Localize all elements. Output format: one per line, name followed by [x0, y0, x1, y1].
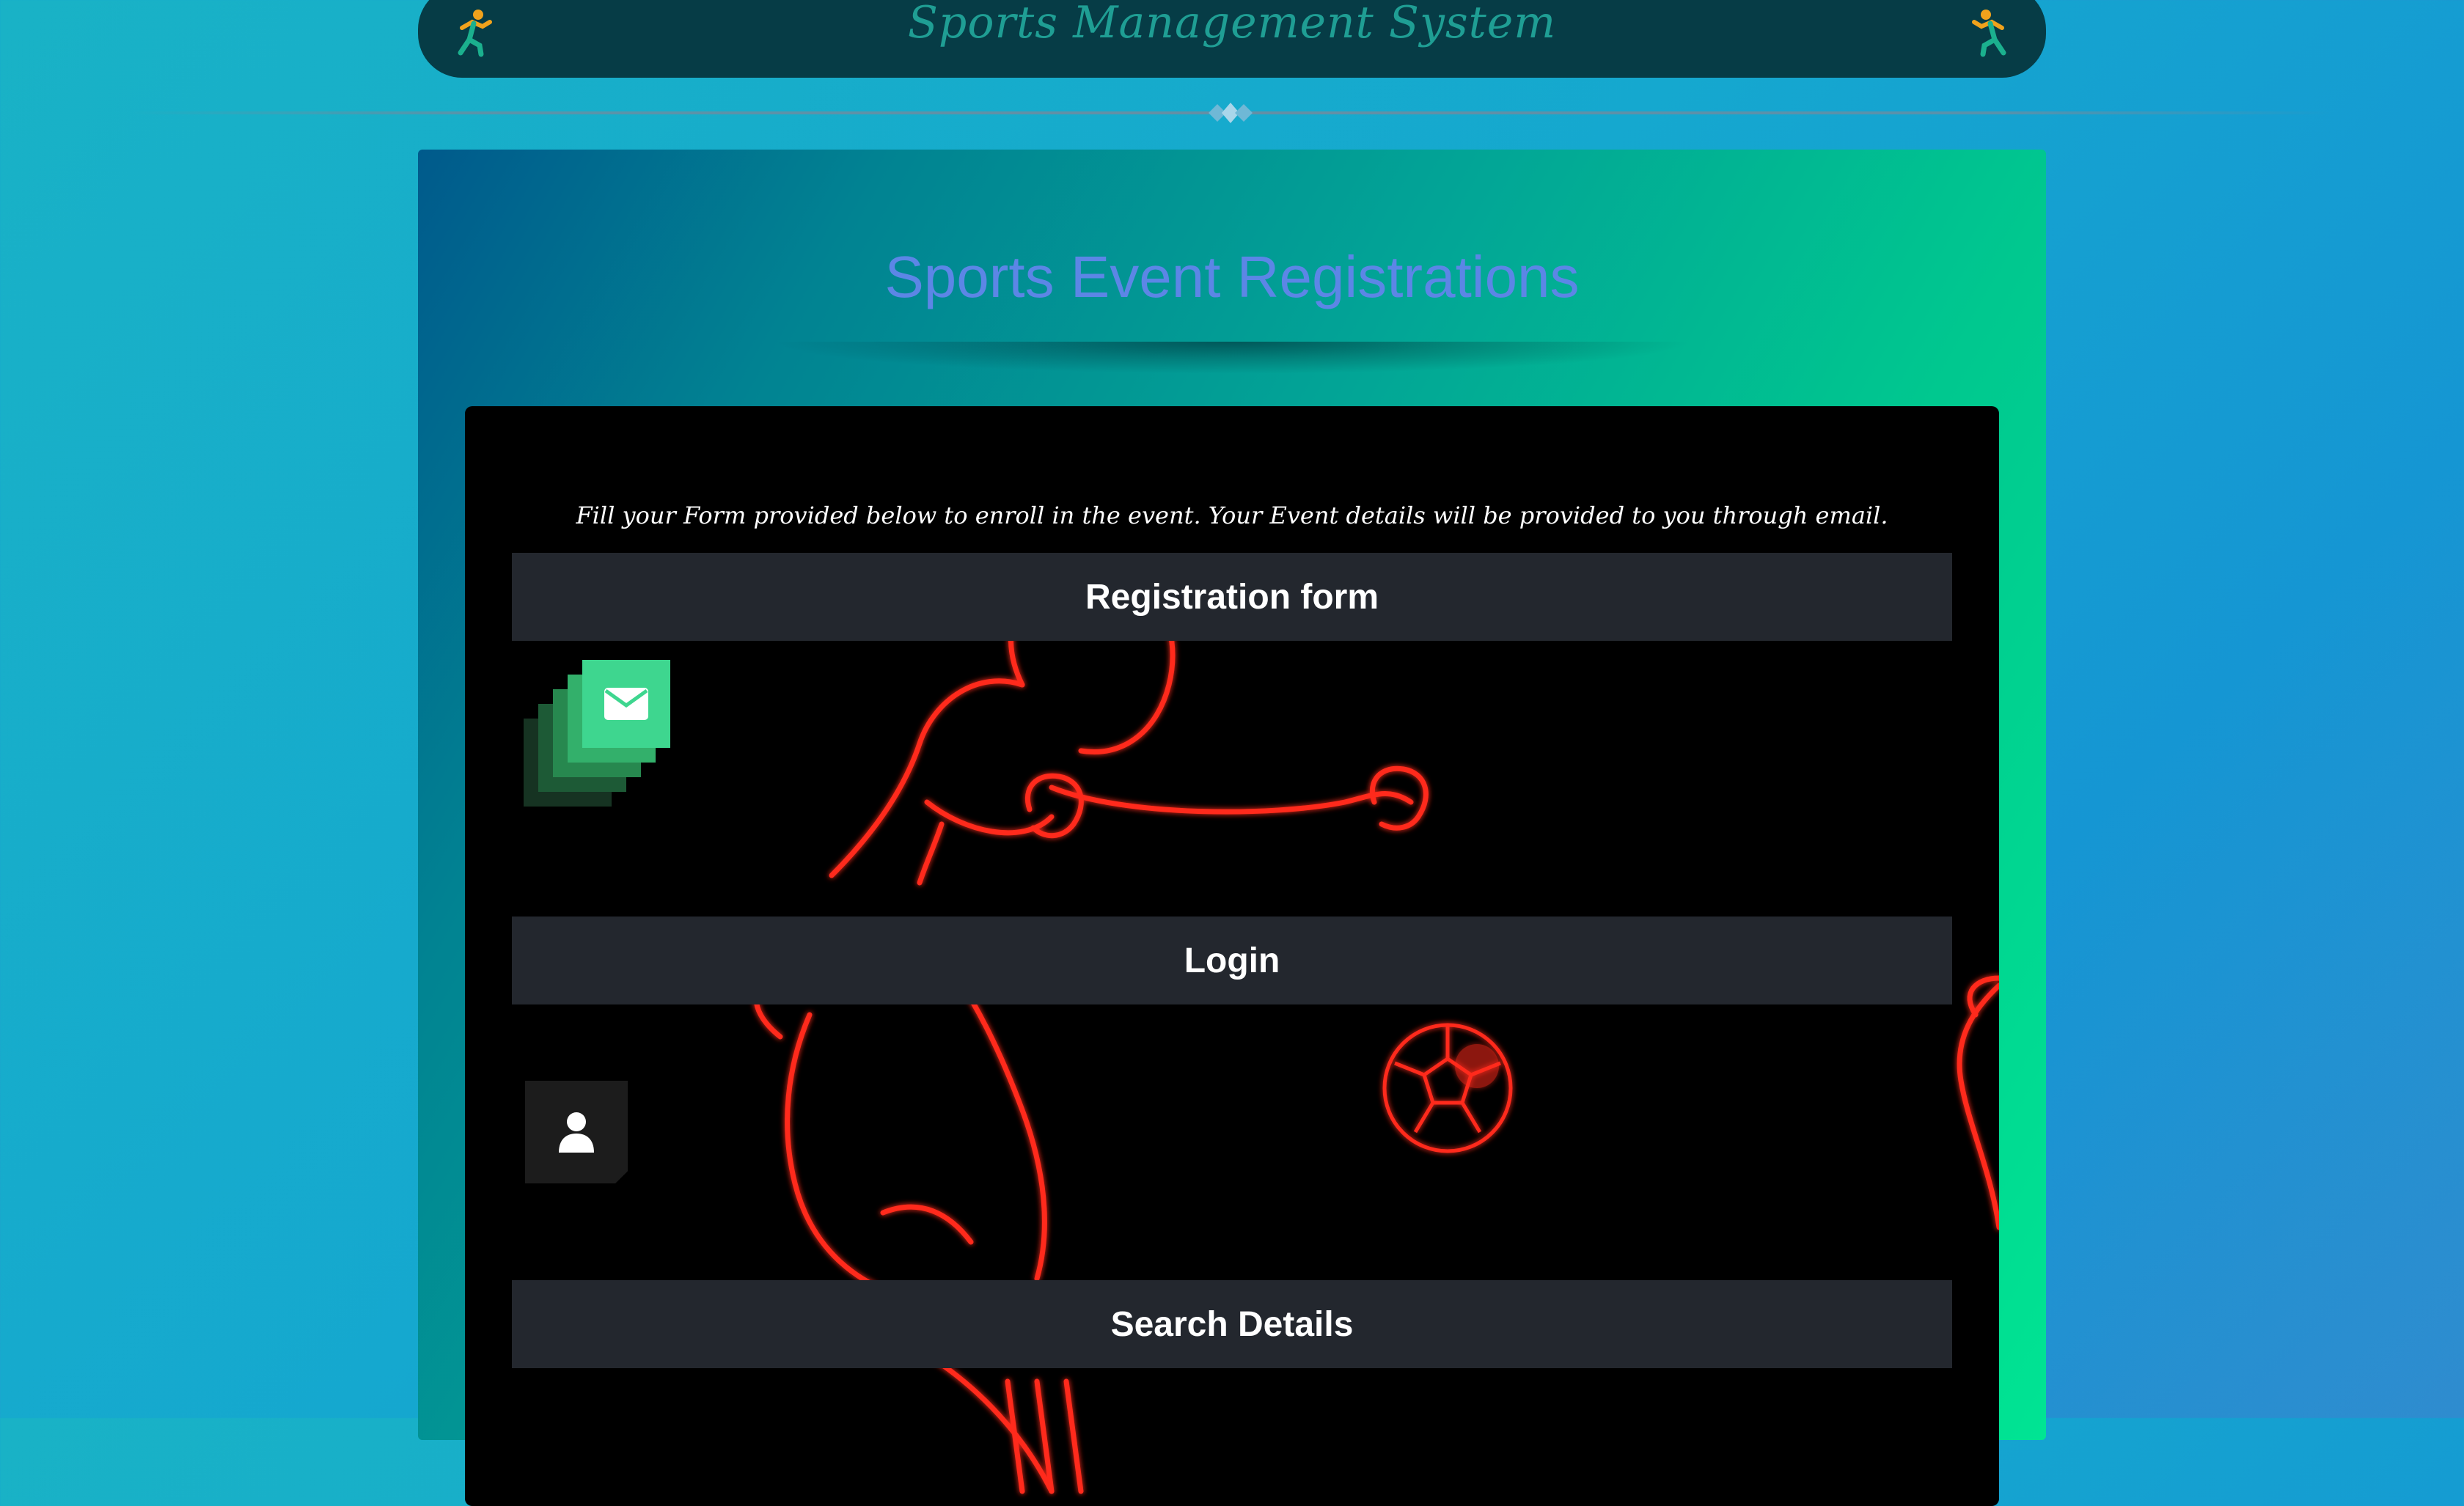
mail-tile-front — [582, 660, 670, 748]
page-title: Sports Event Registrations — [884, 244, 1580, 309]
registration-mail-tile[interactable] — [524, 660, 700, 836]
search-details-button[interactable]: Search Details — [512, 1280, 1952, 1368]
user-icon — [559, 1112, 594, 1153]
login-button[interactable]: Login — [512, 917, 1952, 1004]
site-header: Sports Management System — [418, 0, 2046, 78]
title-underline-shadow — [770, 342, 1694, 374]
envelope-icon — [604, 688, 648, 720]
runner-icon — [1972, 10, 2006, 57]
divider-diamonds — [1209, 103, 1253, 123]
registration-panel: Sports Event Registrations Fill your For… — [418, 150, 2046, 1506]
registration-card: Fill your Form provided below to enroll … — [465, 406, 1999, 1506]
login-user-tile[interactable] — [525, 1081, 628, 1183]
site-title: Sports Management System — [907, 0, 1557, 48]
instruction-text: Fill your Form provided below to enroll … — [576, 502, 1888, 529]
registration-form-button[interactable]: Registration form — [512, 553, 1952, 641]
